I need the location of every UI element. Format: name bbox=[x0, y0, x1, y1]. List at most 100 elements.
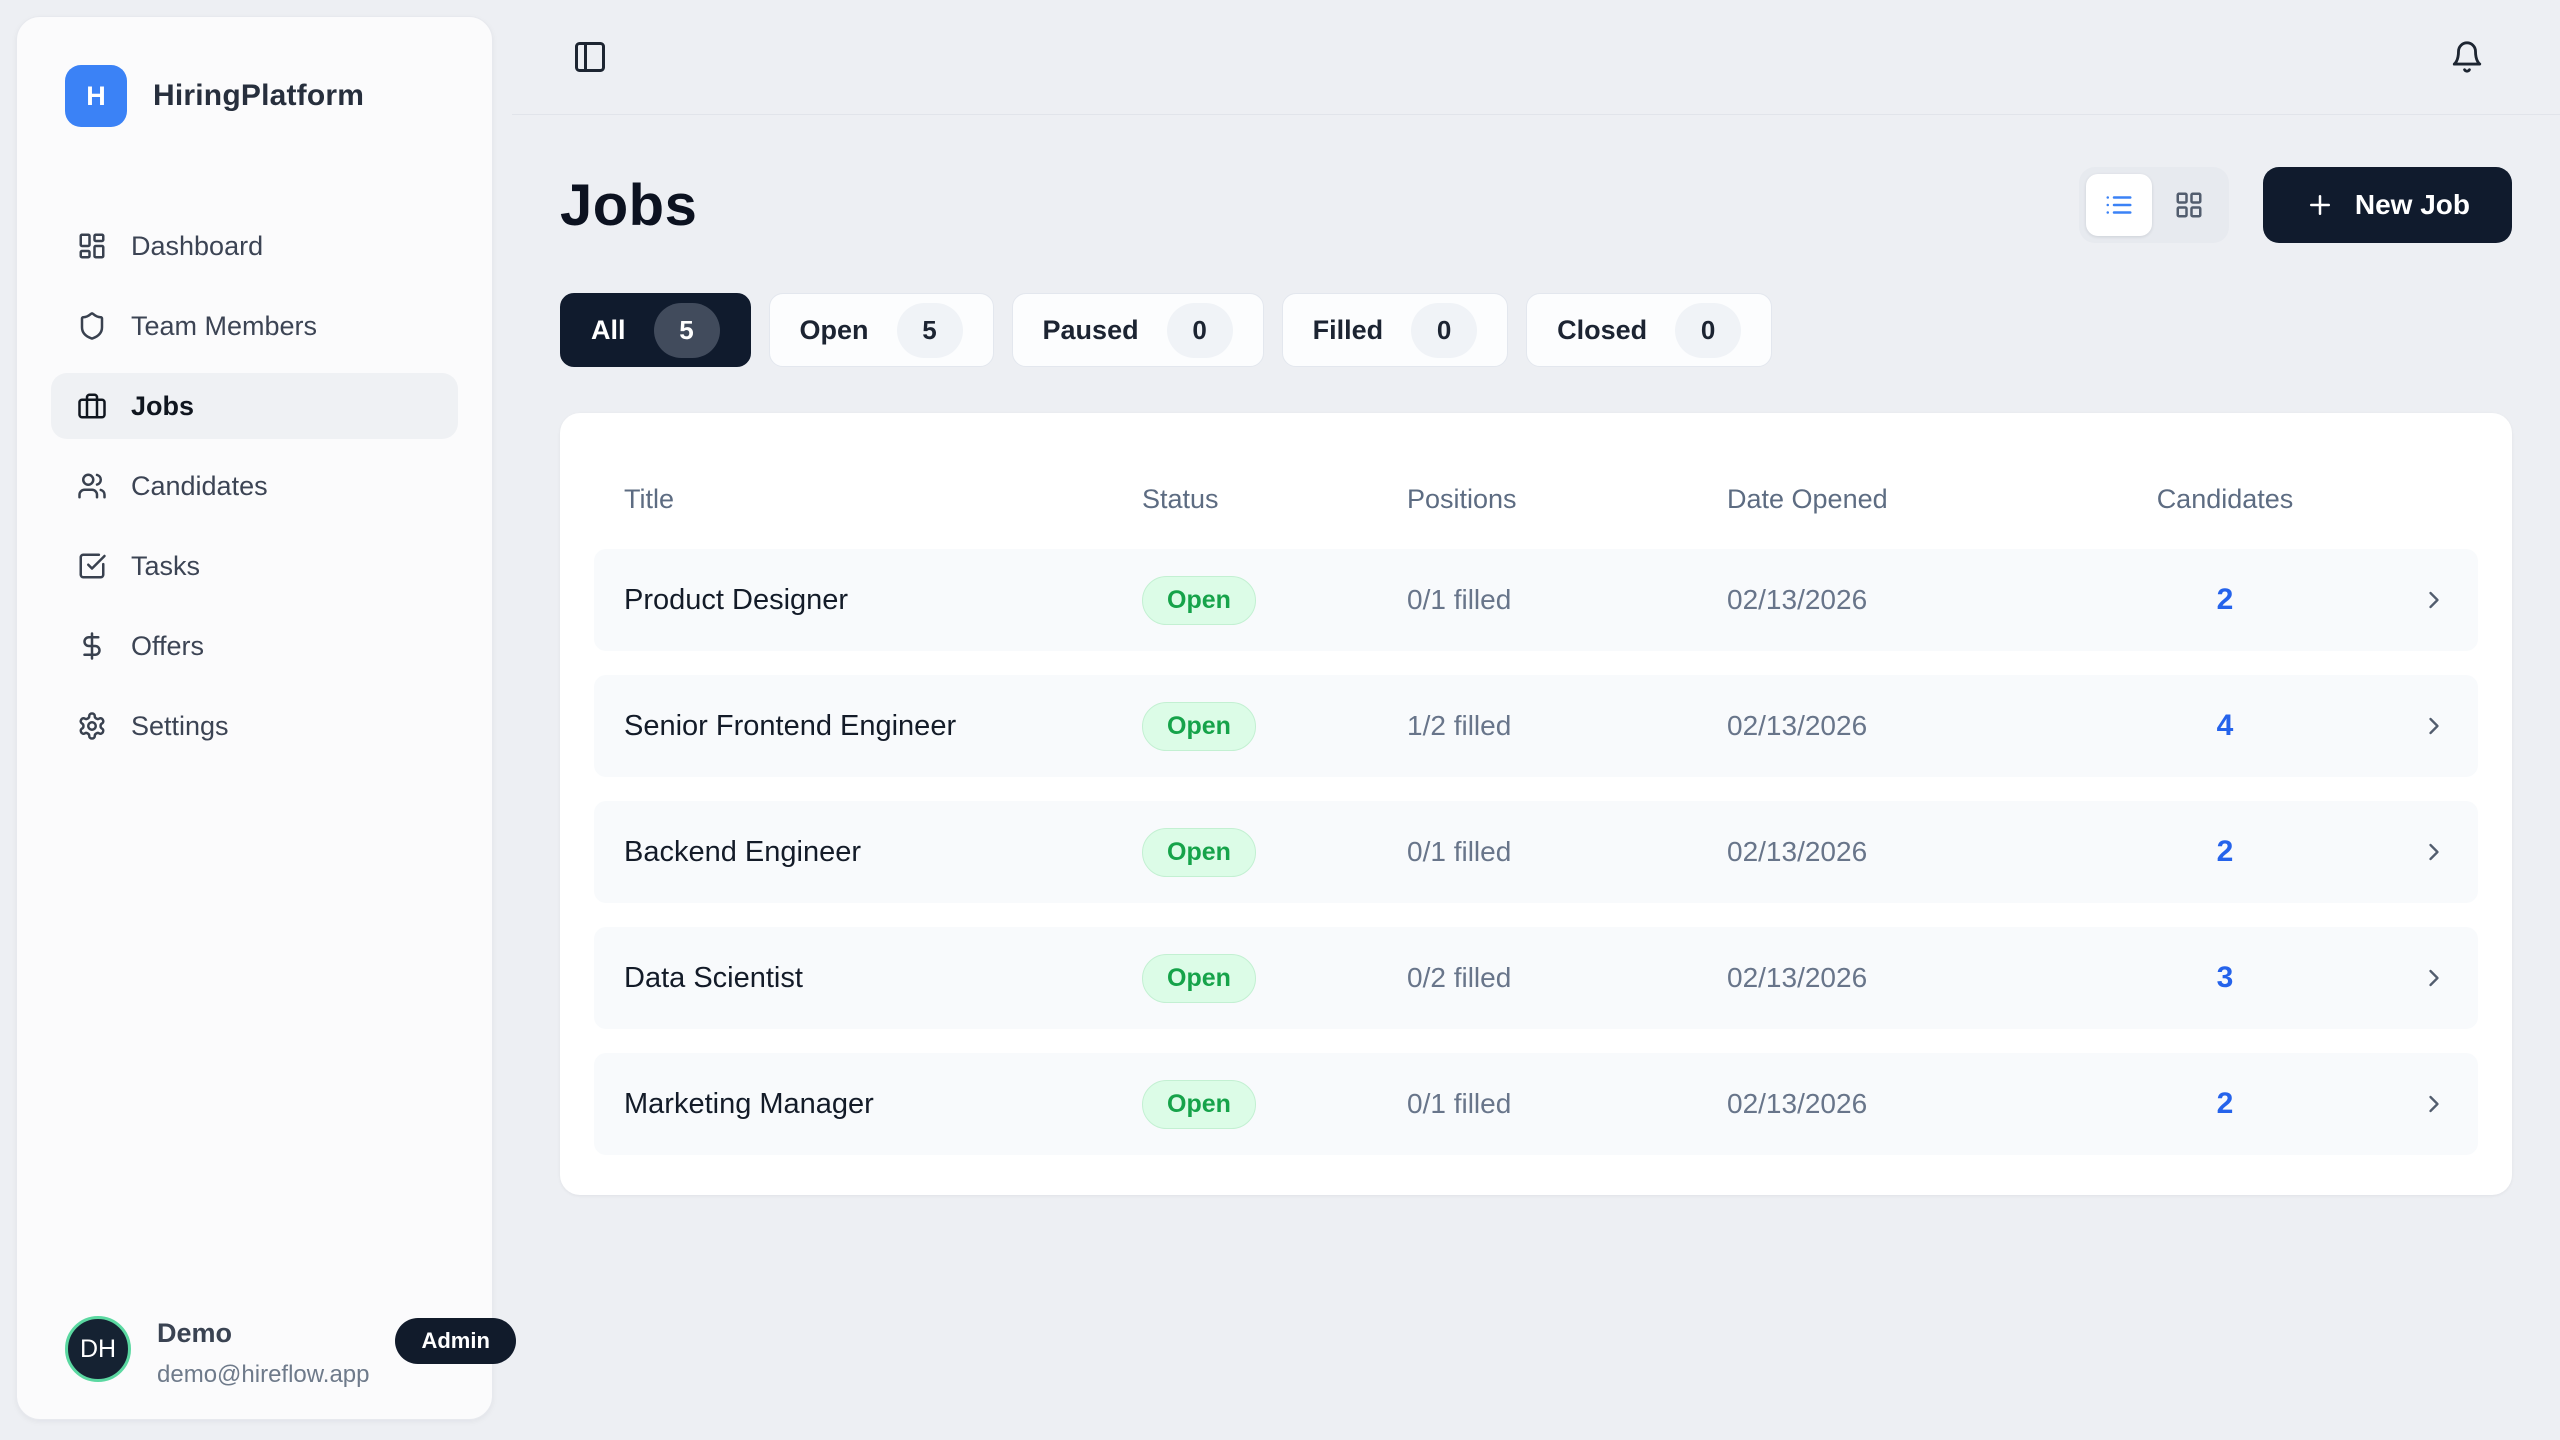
user-name: Demo bbox=[157, 1318, 369, 1349]
filter-tab-label: All bbox=[591, 315, 626, 346]
sidebar-item-settings[interactable]: Settings bbox=[51, 693, 458, 759]
job-title: Data Scientist bbox=[624, 962, 1142, 995]
filter-tab-label: Open bbox=[800, 315, 869, 346]
chevron-right-icon[interactable] bbox=[2420, 586, 2448, 614]
filter-tab-all[interactable]: All 5 bbox=[560, 293, 751, 367]
sidebar-item-label: Dashboard bbox=[131, 231, 263, 262]
brand-logo: H bbox=[65, 65, 127, 127]
sidebar-item-offers[interactable]: Offers bbox=[51, 613, 458, 679]
filter-tab-label: Closed bbox=[1557, 315, 1647, 346]
date-opened-cell: 02/13/2026 bbox=[1727, 836, 2105, 868]
status-badge: Open bbox=[1142, 954, 1256, 1003]
sidebar-nav: Dashboard Team Members Jobs Candidates T… bbox=[17, 213, 492, 759]
panel-left-icon bbox=[572, 39, 608, 75]
filter-tab-label: Paused bbox=[1043, 315, 1139, 346]
date-opened-cell: 02/13/2026 bbox=[1727, 710, 2105, 742]
filter-tab-closed[interactable]: Closed 0 bbox=[1526, 293, 1772, 367]
positions-cell: 0/2 filled bbox=[1407, 962, 1727, 994]
job-title: Senior Frontend Engineer bbox=[624, 710, 1142, 743]
brand-name: HiringPlatform bbox=[153, 79, 364, 113]
column-header-title: Title bbox=[624, 484, 1142, 515]
list-icon bbox=[2104, 190, 2134, 220]
sidebar-item-dashboard[interactable]: Dashboard bbox=[51, 213, 458, 279]
job-title: Backend Engineer bbox=[624, 836, 1142, 869]
new-job-button[interactable]: New Job bbox=[2263, 167, 2512, 243]
brand: H HiringPlatform bbox=[17, 17, 492, 127]
candidates-count[interactable]: 2 bbox=[2105, 835, 2345, 869]
filter-tab-count: 0 bbox=[1167, 303, 1233, 358]
positions-cell: 0/1 filled bbox=[1407, 836, 1727, 868]
sidebar: H HiringPlatform Dashboard Team Members … bbox=[16, 16, 493, 1420]
user-profile[interactable]: DH Demo demo@hireflow.app Admin bbox=[65, 1316, 452, 1389]
header-actions: New Job bbox=[2079, 167, 2512, 243]
sidebar-item-team-members[interactable]: Team Members bbox=[51, 293, 458, 359]
date-opened-cell: 02/13/2026 bbox=[1727, 962, 2105, 994]
notifications-button[interactable] bbox=[2450, 40, 2484, 74]
sidebar-item-label: Settings bbox=[131, 711, 229, 742]
sidebar-toggle-button[interactable] bbox=[572, 39, 608, 75]
gear-icon bbox=[77, 711, 107, 741]
column-header-positions: Positions bbox=[1407, 484, 1727, 515]
dashboard-icon bbox=[77, 231, 107, 261]
sidebar-item-label: Candidates bbox=[131, 471, 268, 502]
job-title: Marketing Manager bbox=[624, 1088, 1142, 1121]
status-badge: Open bbox=[1142, 576, 1256, 625]
table-row[interactable]: Senior Frontend Engineer Open 1/2 filled… bbox=[594, 675, 2478, 777]
status-badge: Open bbox=[1142, 828, 1256, 877]
positions-cell: 0/1 filled bbox=[1407, 1088, 1727, 1120]
role-badge: Admin bbox=[395, 1318, 515, 1364]
sidebar-item-tasks[interactable]: Tasks bbox=[51, 533, 458, 599]
sidebar-item-label: Team Members bbox=[131, 311, 317, 342]
sidebar-item-jobs[interactable]: Jobs bbox=[51, 373, 458, 439]
status-badge: Open bbox=[1142, 702, 1256, 751]
job-title: Product Designer bbox=[624, 584, 1142, 617]
table-header: Title Status Positions Date Opened Candi… bbox=[594, 449, 2478, 549]
dollar-icon bbox=[77, 631, 107, 661]
chevron-right-icon[interactable] bbox=[2420, 838, 2448, 866]
date-opened-cell: 02/13/2026 bbox=[1727, 584, 2105, 616]
brand-logo-initial: H bbox=[86, 81, 106, 112]
filter-tab-paused[interactable]: Paused 0 bbox=[1012, 293, 1264, 367]
topbar bbox=[512, 0, 2560, 115]
list-view-button[interactable] bbox=[2086, 174, 2152, 236]
candidates-count[interactable]: 2 bbox=[2105, 1087, 2345, 1121]
chevron-right-icon[interactable] bbox=[2420, 1090, 2448, 1118]
date-opened-cell: 02/13/2026 bbox=[1727, 1088, 2105, 1120]
avatar-initials: DH bbox=[80, 1335, 116, 1364]
table-row[interactable]: Backend Engineer Open 0/1 filled 02/13/2… bbox=[594, 801, 2478, 903]
briefcase-icon bbox=[77, 391, 107, 421]
page-title: Jobs bbox=[560, 172, 697, 239]
sidebar-item-label: Tasks bbox=[131, 551, 200, 582]
table-row[interactable]: Product Designer Open 0/1 filled 02/13/2… bbox=[594, 549, 2478, 651]
table-rows: Product Designer Open 0/1 filled 02/13/2… bbox=[594, 549, 2478, 1155]
status-filter-tabs: All 5 Open 5 Paused 0 Filled 0 Closed 0 bbox=[560, 293, 2512, 367]
filter-tab-count: 0 bbox=[1675, 303, 1741, 358]
table-row[interactable]: Data Scientist Open 0/2 filled 02/13/202… bbox=[594, 927, 2478, 1029]
filter-tab-count: 5 bbox=[654, 303, 720, 358]
new-job-label: New Job bbox=[2355, 189, 2470, 221]
user-info: Demo demo@hireflow.app bbox=[157, 1316, 369, 1389]
positions-cell: 0/1 filled bbox=[1407, 584, 1727, 616]
sidebar-item-label: Offers bbox=[131, 631, 204, 662]
main-content: Jobs New Job bbox=[560, 115, 2512, 1195]
chevron-right-icon[interactable] bbox=[2420, 712, 2448, 740]
grid-icon bbox=[2174, 190, 2204, 220]
user-email: demo@hireflow.app bbox=[157, 1361, 369, 1389]
grid-view-button[interactable] bbox=[2156, 174, 2222, 236]
candidates-count[interactable]: 2 bbox=[2105, 583, 2345, 617]
candidates-count[interactable]: 3 bbox=[2105, 961, 2345, 995]
filter-tab-count: 0 bbox=[1411, 303, 1477, 358]
users-icon bbox=[77, 471, 107, 501]
sidebar-item-candidates[interactable]: Candidates bbox=[51, 453, 458, 519]
avatar: DH bbox=[65, 1316, 131, 1382]
jobs-table-card: Title Status Positions Date Opened Candi… bbox=[560, 413, 2512, 1195]
chevron-right-icon[interactable] bbox=[2420, 964, 2448, 992]
table-row[interactable]: Marketing Manager Open 0/1 filled 02/13/… bbox=[594, 1053, 2478, 1155]
filter-tab-open[interactable]: Open 5 bbox=[769, 293, 994, 367]
shield-icon bbox=[77, 311, 107, 341]
column-header-date-opened: Date Opened bbox=[1727, 484, 2105, 515]
view-toggle bbox=[2079, 167, 2229, 243]
filter-tab-filled[interactable]: Filled 0 bbox=[1282, 293, 1509, 367]
candidates-count[interactable]: 4 bbox=[2105, 709, 2345, 743]
column-header-status: Status bbox=[1142, 484, 1407, 515]
